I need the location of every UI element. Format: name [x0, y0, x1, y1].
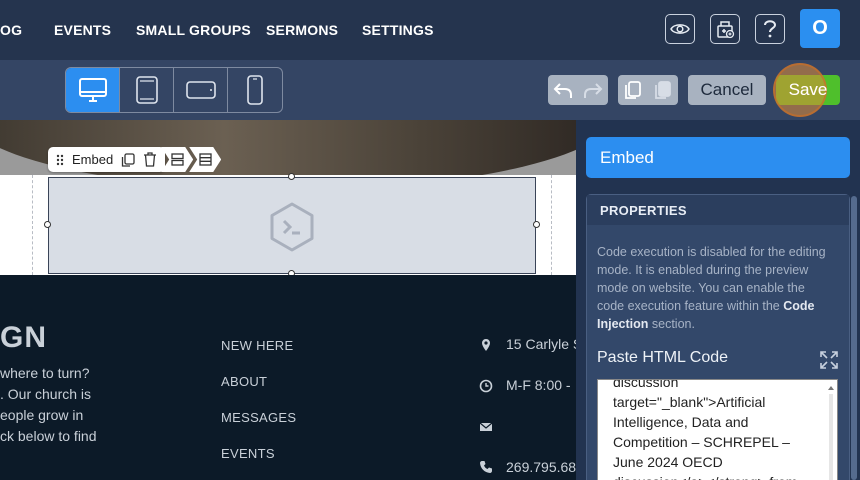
eye-icon — [670, 24, 690, 34]
properties-card: PROPERTIES Code execution is disabled fo… — [586, 194, 850, 480]
footer-intro-line: eople grow in — [0, 407, 84, 423]
embed-block[interactable] — [48, 177, 536, 274]
user-avatar[interactable]: O — [800, 9, 840, 48]
code-icon — [270, 202, 314, 252]
row-icon — [171, 153, 184, 166]
footer-intro-line: where to turn? — [0, 365, 90, 381]
expand-icon[interactable] — [819, 350, 839, 370]
html-code-value[interactable]: discussion target="_blank">Artificial In… — [613, 380, 818, 480]
footer-heading: GN — [0, 321, 47, 354]
cancel-button[interactable]: Cancel — [688, 75, 766, 105]
nav-item-events[interactable]: EVENTS — [54, 22, 111, 38]
duplicate-icon[interactable] — [121, 152, 135, 167]
panel-scrollbar[interactable] — [851, 196, 857, 480]
code-execution-note: Code execution is disabled for the editi… — [597, 243, 832, 333]
copy-group — [618, 75, 678, 105]
copy-icon — [625, 81, 641, 99]
mobile-icon — [247, 75, 263, 105]
panel-title: Embed — [586, 137, 850, 178]
note-text-end: section. — [648, 317, 695, 331]
footer-intro-line: . Our church is — [0, 386, 92, 402]
footer-link-messages[interactable]: MESSAGES — [221, 410, 296, 425]
gift-icon — [717, 21, 735, 39]
undo-button[interactable] — [548, 75, 578, 105]
device-desktop-button[interactable] — [66, 68, 120, 112]
footer-hours: M-F 8:00 - — [506, 377, 571, 393]
resize-handle-top[interactable] — [288, 173, 295, 180]
footer-link-events[interactable]: EVENTS — [221, 446, 275, 461]
device-mobile-button[interactable] — [228, 68, 282, 112]
block-type-label: Embed — [72, 152, 114, 167]
nav-item-settings[interactable]: SETTINGS — [362, 22, 434, 38]
resize-handle-left[interactable] — [44, 221, 51, 228]
redo-icon — [584, 83, 603, 98]
site-footer: GN where to turn? . Our church is eople … — [0, 275, 576, 480]
desktop-icon — [78, 78, 107, 102]
block-toolbar: Embed — [48, 147, 222, 172]
preview-button[interactable] — [665, 14, 695, 44]
phone-icon — [480, 461, 492, 473]
nav-item-sermons[interactable]: SERMONS — [266, 22, 338, 38]
block-toolbar-main: Embed — [48, 147, 166, 172]
mail-icon — [479, 422, 493, 431]
resize-handle-right[interactable] — [533, 221, 540, 228]
map-pin-icon — [482, 339, 490, 351]
redo-button[interactable] — [578, 75, 608, 105]
copy-layout-button[interactable] — [618, 75, 648, 105]
undo-icon — [553, 83, 572, 98]
select-section-button[interactable] — [189, 147, 222, 172]
drag-handle-icon[interactable] — [56, 154, 64, 166]
tablet-icon — [135, 76, 158, 104]
properties-heading[interactable]: PROPERTIES — [587, 195, 849, 225]
settings-panel: Embed PROPERTIES Code execution is disab… — [576, 120, 860, 480]
page-canvas: Embed GN where to turn? . Our church is … — [0, 120, 576, 480]
paste-icon — [655, 81, 671, 99]
history-group — [548, 75, 608, 105]
device-switcher — [65, 67, 283, 113]
section-icon — [199, 153, 212, 166]
device-tablet-landscape-button[interactable] — [174, 68, 228, 112]
paste-layout-button[interactable] — [648, 75, 678, 105]
section-guide-left — [32, 175, 33, 275]
footer-link-new-here[interactable]: NEW HERE — [221, 338, 293, 353]
code-scrollbar[interactable] — [827, 384, 835, 480]
help-button[interactable] — [755, 14, 785, 44]
section-guide-right — [551, 175, 552, 275]
top-nav: OG EVENTS SMALL GROUPS SERMONS SETTINGS … — [0, 0, 860, 60]
nav-item-small-groups[interactable]: SMALL GROUPS — [136, 22, 251, 38]
footer-phone: 269.795.68 — [506, 459, 576, 475]
clock-icon — [479, 379, 493, 393]
footer-link-about[interactable]: ABOUT — [221, 374, 267, 389]
save-button-label: Save — [788, 80, 828, 99]
trash-icon[interactable] — [143, 152, 157, 167]
help-icon — [764, 20, 777, 38]
paste-html-label: Paste HTML Code — [597, 349, 729, 366]
footer-address: 15 Carlyle S — [506, 336, 576, 352]
html-code-editor[interactable]: discussion target="_blank">Artificial In… — [597, 379, 838, 480]
select-row-button[interactable] — [161, 147, 194, 172]
nav-item-blog[interactable]: OG — [0, 22, 22, 38]
add-page-button[interactable] — [710, 14, 740, 44]
footer-intro-line: ck below to find — [0, 428, 97, 444]
device-tablet-button[interactable] — [120, 68, 174, 112]
tablet-landscape-icon — [185, 81, 216, 99]
